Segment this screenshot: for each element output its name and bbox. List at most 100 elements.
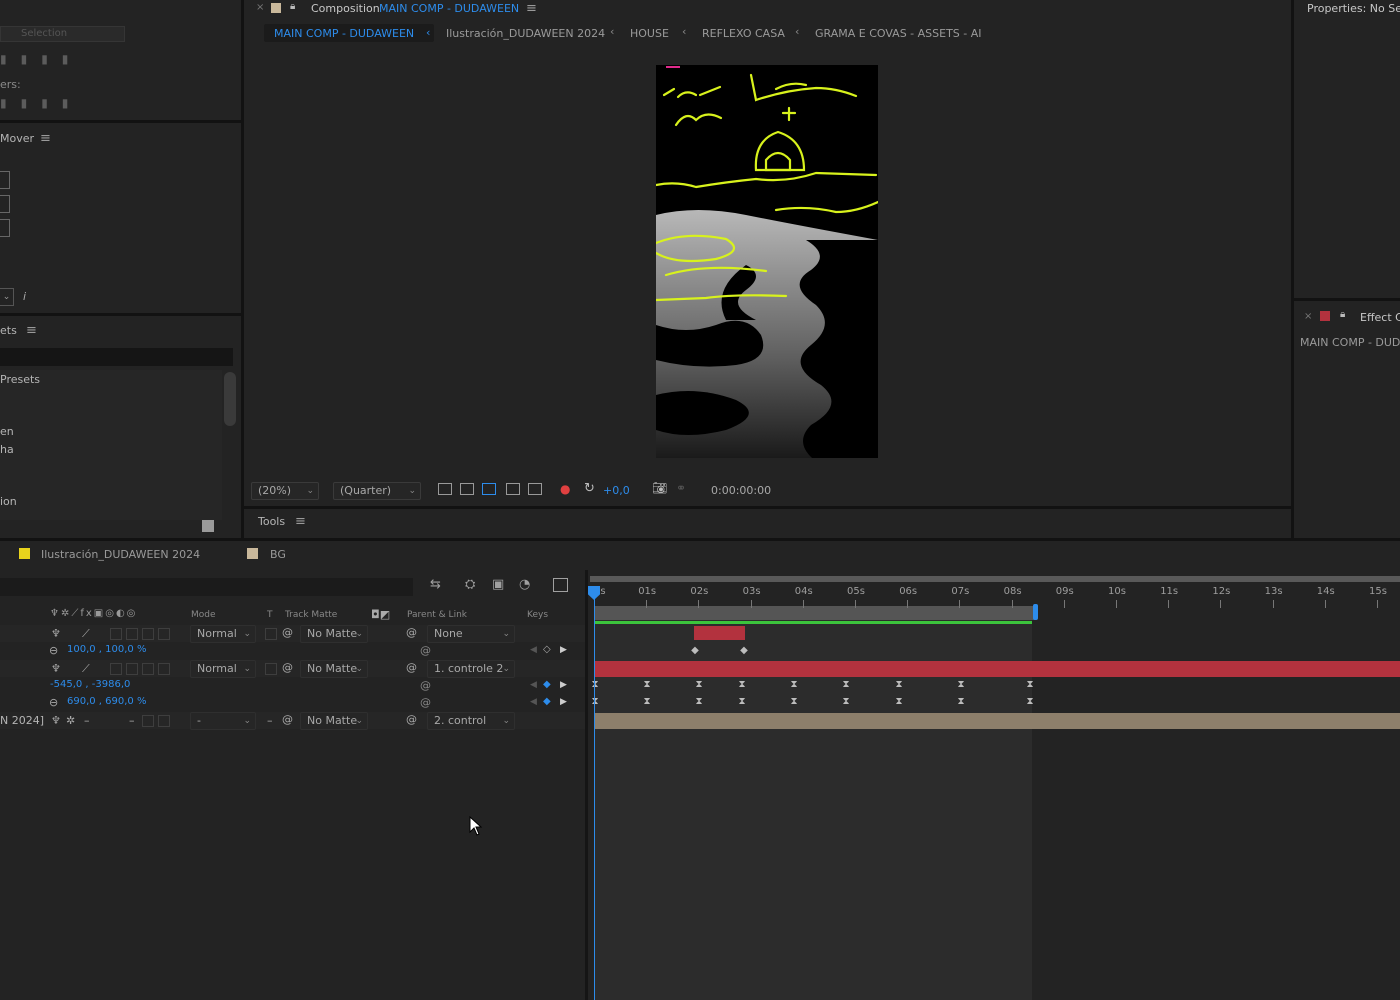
composition-tab[interactable]: × 🔒︎ Composition MAIN COMP - DUDAWEEN ≡ bbox=[244, 0, 1291, 18]
mover-dropdown[interactable]: ⌄ bbox=[0, 288, 14, 306]
mover-buttons[interactable] bbox=[0, 171, 10, 243]
scale-value[interactable]: 100,0 , 100,0 % bbox=[67, 644, 146, 655]
zoom-dropdown[interactable]: (20%) ⌄ bbox=[251, 482, 319, 500]
draft-3d-icon[interactable]: ⛭ bbox=[465, 577, 475, 592]
switch-box[interactable] bbox=[158, 715, 170, 727]
keyframe-icon[interactable]: ⧗ bbox=[895, 679, 902, 690]
playhead-line[interactable] bbox=[594, 588, 595, 1000]
layer-bar[interactable] bbox=[594, 661, 1400, 677]
prev-keyframe-icon[interactable]: ◀ bbox=[530, 645, 537, 655]
next-keyframe-icon[interactable]: ▶ bbox=[560, 680, 567, 690]
transparency-grid-icon[interactable] bbox=[460, 483, 474, 495]
lock-icon[interactable]: 🔒︎ bbox=[1340, 309, 1345, 320]
parent-dropdown[interactable]: 1. controle 2 ⌄ bbox=[427, 660, 515, 678]
keyframe-diamond-icon[interactable]: ◆ bbox=[543, 696, 551, 707]
parent-pickwhip-icon[interactable]: @ bbox=[406, 713, 417, 726]
parent-pickwhip-icon[interactable]: @ bbox=[406, 626, 417, 639]
switch-box[interactable] bbox=[158, 663, 170, 675]
list-item[interactable]: en bbox=[0, 425, 14, 438]
keyframe-icon[interactable]: ⧗ bbox=[957, 679, 964, 690]
switch-box[interactable] bbox=[126, 663, 138, 675]
hide-shy-icon[interactable]: ▣ bbox=[492, 577, 504, 592]
column-header-track-matte[interactable]: Track Matte bbox=[285, 610, 337, 620]
align-selection-dropdown[interactable]: Selection bbox=[0, 26, 125, 42]
keyframe-icon[interactable]: ⧗ bbox=[842, 696, 849, 707]
keyframe-diamond-icon[interactable]: ◆ bbox=[543, 679, 551, 690]
timecode[interactable]: 0:00:00:00 bbox=[711, 484, 771, 497]
breadcrumb-item[interactable]: MAIN COMP - DUDAWEEN bbox=[274, 27, 414, 40]
column-header-t[interactable]: T bbox=[267, 610, 273, 620]
pickwhip-icon[interactable]: @ bbox=[420, 644, 431, 657]
column-header-parent[interactable]: Parent & Link bbox=[407, 610, 467, 620]
track-matte-pickwhip-icon[interactable]: @ bbox=[282, 661, 293, 674]
keyframe-icon[interactable]: ⧗ bbox=[695, 679, 702, 690]
composition-preview[interactable] bbox=[656, 65, 878, 458]
layer-bar[interactable] bbox=[594, 713, 1400, 729]
keyframe-icon[interactable]: ⧗ bbox=[738, 679, 745, 690]
switch-box[interactable] bbox=[142, 628, 154, 640]
preserve-transparency-box[interactable] bbox=[265, 628, 277, 640]
next-keyframe-icon[interactable]: ▶ bbox=[560, 697, 567, 707]
keyframe-icon[interactable]: ⧗ bbox=[895, 696, 902, 707]
layer-bar[interactable] bbox=[694, 626, 745, 640]
prev-keyframe-icon[interactable]: ◀ bbox=[530, 697, 537, 707]
time-navigator-bar[interactable] bbox=[590, 576, 1400, 582]
exposure-value[interactable]: +0,0 bbox=[603, 484, 630, 497]
track-matte-dropdown[interactable]: No Matte ⌄ bbox=[300, 660, 368, 678]
parent-dropdown[interactable]: 2. control ⌄ bbox=[427, 712, 515, 730]
keyframe-icon[interactable]: ⧗ bbox=[957, 696, 964, 707]
switch-box[interactable] bbox=[126, 628, 138, 640]
keyframe-icon[interactable]: ⧗ bbox=[738, 696, 745, 707]
lock-icon[interactable]: 🔒︎ bbox=[290, 1, 295, 12]
new-folder-icon[interactable] bbox=[202, 520, 214, 532]
mask-visibility-icon[interactable] bbox=[482, 483, 496, 495]
pickwhip-icon[interactable]: @ bbox=[420, 696, 431, 709]
collapse-icon[interactable]: ✲ bbox=[66, 714, 75, 727]
track-matte-dropdown[interactable]: No Matte ⌄ bbox=[300, 625, 368, 643]
close-icon[interactable]: × bbox=[256, 2, 264, 13]
channels-icon[interactable]: ● bbox=[560, 482, 570, 496]
pickwhip-icon[interactable]: @ bbox=[420, 679, 431, 692]
mode-dropdown[interactable]: - ⌄ bbox=[190, 712, 256, 730]
switch-box[interactable] bbox=[158, 628, 170, 640]
presets-search-field[interactable] bbox=[0, 348, 233, 366]
keyframe-icon[interactable]: ⧗ bbox=[695, 696, 702, 707]
keyframe-icon[interactable]: ◆ bbox=[740, 645, 748, 656]
track-matte-pickwhip-icon[interactable]: @ bbox=[282, 626, 293, 639]
label-color-swatch[interactable] bbox=[19, 548, 30, 559]
layer-name[interactable]: N 2024] bbox=[0, 714, 44, 727]
keyframe-icon[interactable]: ⧗ bbox=[1026, 679, 1033, 690]
label-color-swatch[interactable] bbox=[271, 3, 281, 13]
track-matte-pickwhip-icon[interactable]: @ bbox=[282, 713, 293, 726]
grid-guides-icon[interactable] bbox=[528, 483, 542, 495]
hamburger-icon[interactable]: ≡ bbox=[295, 514, 306, 529]
switch-box[interactable] bbox=[110, 628, 122, 640]
presets-scrollbar[interactable] bbox=[224, 372, 236, 426]
shy-icon[interactable]: ♆ bbox=[51, 714, 61, 727]
switch-box[interactable] bbox=[142, 715, 154, 727]
label-color-swatch[interactable] bbox=[247, 548, 258, 559]
keyframe-icon[interactable]: ⧗ bbox=[790, 679, 797, 690]
list-item[interactable]: ion bbox=[0, 495, 17, 508]
timeline-tab[interactable]: Ilustración_DUDAWEEN 2024 bbox=[41, 548, 200, 561]
show-snapshot-icon[interactable]: ⚭ bbox=[676, 481, 686, 495]
keyframe-icon[interactable]: ⧗ bbox=[591, 696, 598, 707]
list-item[interactable]: ha bbox=[0, 443, 14, 456]
column-header-mode[interactable]: Mode bbox=[191, 610, 216, 620]
shy-icon[interactable]: ♆ bbox=[51, 662, 61, 675]
hamburger-icon[interactable]: ≡ bbox=[40, 131, 51, 146]
add-keyframe-icon[interactable]: ◇ bbox=[543, 644, 551, 655]
hamburger-icon[interactable]: ≡ bbox=[26, 323, 37, 338]
keyframe-icon[interactable]: ⧗ bbox=[790, 696, 797, 707]
keyframe-icon[interactable]: ◆ bbox=[691, 645, 699, 656]
track-matte-dropdown[interactable]: No Matte ⌄ bbox=[300, 712, 368, 730]
fast-preview-icon[interactable] bbox=[438, 483, 452, 495]
parent-pickwhip-icon[interactable]: @ bbox=[406, 661, 417, 674]
shy-icon[interactable]: ♆ bbox=[51, 627, 61, 640]
switch-box[interactable] bbox=[142, 663, 154, 675]
keyframe-icon[interactable]: ⧗ bbox=[643, 696, 650, 707]
breadcrumb-item[interactable]: Ilustración_DUDAWEEN 2024 bbox=[446, 27, 605, 40]
quality-icon[interactable]: ⟋ bbox=[82, 662, 90, 676]
breadcrumb-item[interactable]: HOUSE bbox=[630, 27, 669, 40]
next-keyframe-icon[interactable]: ▶ bbox=[560, 645, 567, 655]
